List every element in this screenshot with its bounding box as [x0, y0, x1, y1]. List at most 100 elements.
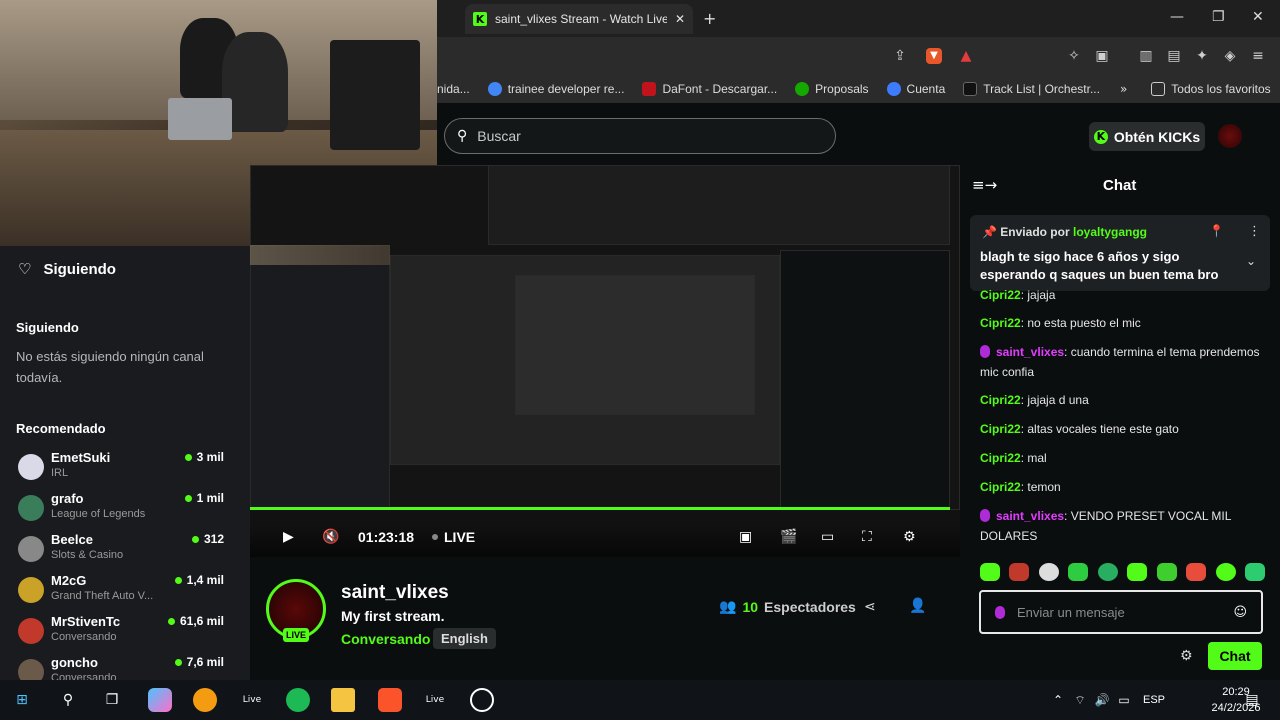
- minimize-icon[interactable]: —: [1170, 9, 1184, 25]
- battery-icon[interactable]: ▭: [1112, 688, 1136, 712]
- screenshot-icon[interactable]: ▣: [1094, 48, 1110, 64]
- progress-bar[interactable]: [250, 507, 950, 510]
- stream-time: 01:23:18: [358, 529, 415, 545]
- copilot-icon[interactable]: [148, 688, 172, 712]
- bookmark-item[interactable]: DaFont - Descargar...: [642, 82, 777, 96]
- input-language[interactable]: ESP: [1143, 694, 1165, 706]
- wallet-icon[interactable]: ▤: [1166, 48, 1182, 64]
- recommended-channel[interactable]: EmetSuki IRL 3 mil: [18, 450, 230, 488]
- recommended-channel[interactable]: grafo League of Legends 1 mil: [18, 491, 230, 529]
- live-indicator[interactable]: LIVE: [444, 529, 475, 545]
- emote-icon[interactable]: [980, 563, 1000, 581]
- microphone-icon: [995, 605, 1005, 619]
- fl-studio-icon[interactable]: [193, 688, 217, 712]
- chat-message-input[interactable]: Enviar un mensaje ☺: [979, 590, 1263, 634]
- following-header[interactable]: ♡ Siguiendo: [18, 260, 116, 278]
- recommended-channel[interactable]: MrStivenTc Conversando 61,6 mil: [18, 614, 230, 652]
- menu-icon[interactable]: ≡: [1250, 48, 1266, 64]
- maximize-icon[interactable]: ❐: [1212, 9, 1225, 25]
- miniplayer-icon[interactable]: ▣: [739, 529, 752, 545]
- windows-start-icon[interactable]: ⊞: [10, 688, 34, 712]
- pin-toggle-icon[interactable]: 📍: [1209, 224, 1224, 238]
- tracklist-icon: [963, 82, 978, 96]
- extensions-icon[interactable]: ✧: [1066, 48, 1082, 64]
- clip-icon[interactable]: 🎬: [780, 529, 797, 545]
- emoji-picker-icon[interactable]: ☺: [1233, 605, 1247, 620]
- share-icon[interactable]: ⇪: [892, 48, 908, 64]
- live-dot-icon: [167, 617, 175, 625]
- more-options-icon[interactable]: ⋮: [1248, 224, 1261, 239]
- channel-avatar: [18, 577, 44, 603]
- recommended-channel[interactable]: goncho Conversando 7,6 mil: [18, 655, 230, 680]
- vpn-icon[interactable]: ◈: [1222, 48, 1238, 64]
- theater-mode-icon[interactable]: ▭: [821, 529, 834, 545]
- chat-message: Cipri22: mal: [980, 451, 1047, 465]
- emote-icon[interactable]: [1156, 563, 1177, 581]
- live-dot-icon: [184, 494, 192, 502]
- user-avatar[interactable]: [1218, 124, 1242, 148]
- chat-message: Cipri22: altas vocales tiene este gato: [980, 422, 1179, 436]
- pin-icon: 📌: [982, 225, 997, 239]
- follow-user-icon[interactable]: 👤: [909, 598, 926, 614]
- emote-icon[interactable]: [1038, 563, 1059, 581]
- browser-tab[interactable]: K saint_vlixes Stream - Watch Live ✕: [465, 4, 693, 34]
- expand-pinned-icon[interactable]: ⌄: [1246, 254, 1256, 268]
- wifi-icon[interactable]: ⌔: [1068, 688, 1092, 712]
- taskbar-search-icon[interactable]: ⚲: [56, 688, 80, 712]
- all-bookmarks[interactable]: Todos los favoritos: [1151, 82, 1271, 96]
- brave-browser-icon[interactable]: [378, 688, 402, 712]
- emote-icon[interactable]: [1009, 563, 1030, 581]
- channel-avatar: [18, 454, 44, 480]
- emote-icon[interactable]: [1127, 563, 1148, 581]
- chat-message: Cipri22: temon: [980, 480, 1061, 494]
- get-kicks-button[interactable]: K Obtén KICKs: [1089, 122, 1205, 151]
- emote-icon[interactable]: [1097, 563, 1118, 581]
- recommended-channel[interactable]: Beelce Slots & Casino 312: [18, 532, 230, 570]
- task-view-icon[interactable]: ❐: [100, 688, 124, 712]
- volume-icon[interactable]: 🔊: [1090, 688, 1114, 712]
- leo-ai-icon[interactable]: ✦: [1194, 48, 1210, 64]
- fullscreen-icon[interactable]: ⛶: [862, 529, 872, 545]
- emote-icon[interactable]: [1186, 563, 1207, 581]
- bookmark-item[interactable]: Cuenta: [886, 82, 945, 96]
- spotify-icon[interactable]: [286, 688, 310, 712]
- recommended-channel[interactable]: M2cG Grand Theft Auto V... 1,4 mil: [18, 573, 230, 611]
- play-icon[interactable]: ▶: [283, 529, 294, 545]
- share-stream-icon[interactable]: ⋖: [864, 599, 876, 615]
- window-close-icon[interactable]: ✕: [1252, 9, 1264, 25]
- taskbar-app-live[interactable]: Live: [423, 688, 447, 712]
- brave-shield-icon[interactable]: ▼: [926, 48, 942, 64]
- streamer-name[interactable]: saint_vlixes: [341, 582, 449, 604]
- chat-send-button[interactable]: Chat: [1208, 642, 1262, 670]
- channel-avatar: [18, 495, 44, 521]
- collapse-chat-icon[interactable]: ≡→: [972, 176, 997, 194]
- emote-icon[interactable]: [1244, 563, 1265, 581]
- bookmark-item[interactable]: trainee developer re...: [487, 82, 624, 96]
- live-dot-icon: [184, 453, 192, 461]
- live-dot-icon: [174, 658, 182, 666]
- recommended-label: Recomendado: [16, 421, 106, 436]
- emote-icon[interactable]: [1068, 563, 1089, 581]
- taskbar-app-live[interactable]: Live: [240, 688, 264, 712]
- tab-close-icon[interactable]: ✕: [675, 12, 685, 26]
- chat-settings-icon[interactable]: ⚙: [1180, 648, 1193, 664]
- tray-chevron-icon[interactable]: ⌃: [1046, 688, 1070, 712]
- brave-rewards-icon[interactable]: ▲: [958, 48, 974, 64]
- notifications-icon[interactable]: ▤: [1240, 688, 1264, 712]
- stream-category[interactable]: Conversando: [341, 631, 430, 647]
- new-tab-icon[interactable]: +: [703, 9, 716, 28]
- obs-icon[interactable]: [470, 688, 494, 712]
- settings-icon[interactable]: ⚙: [903, 529, 916, 545]
- language-tag[interactable]: English: [433, 628, 496, 649]
- more-bookmarks-icon[interactable]: »: [1120, 82, 1127, 96]
- sidebar-toggle-icon[interactable]: ▥: [1138, 48, 1154, 64]
- chat-message: Cipri22: jajaja: [980, 288, 1056, 302]
- video-player[interactable]: [250, 165, 960, 557]
- bookmark-item[interactable]: nida...: [437, 82, 470, 96]
- file-explorer-icon[interactable]: [331, 688, 355, 712]
- search-input[interactable]: ⚲ Buscar: [444, 118, 836, 154]
- emote-icon[interactable]: [1215, 563, 1236, 581]
- bookmark-item[interactable]: Proposals: [795, 82, 869, 96]
- mute-icon[interactable]: 🔇: [322, 529, 339, 545]
- bookmark-item[interactable]: Track List | Orchestr...: [963, 82, 1100, 96]
